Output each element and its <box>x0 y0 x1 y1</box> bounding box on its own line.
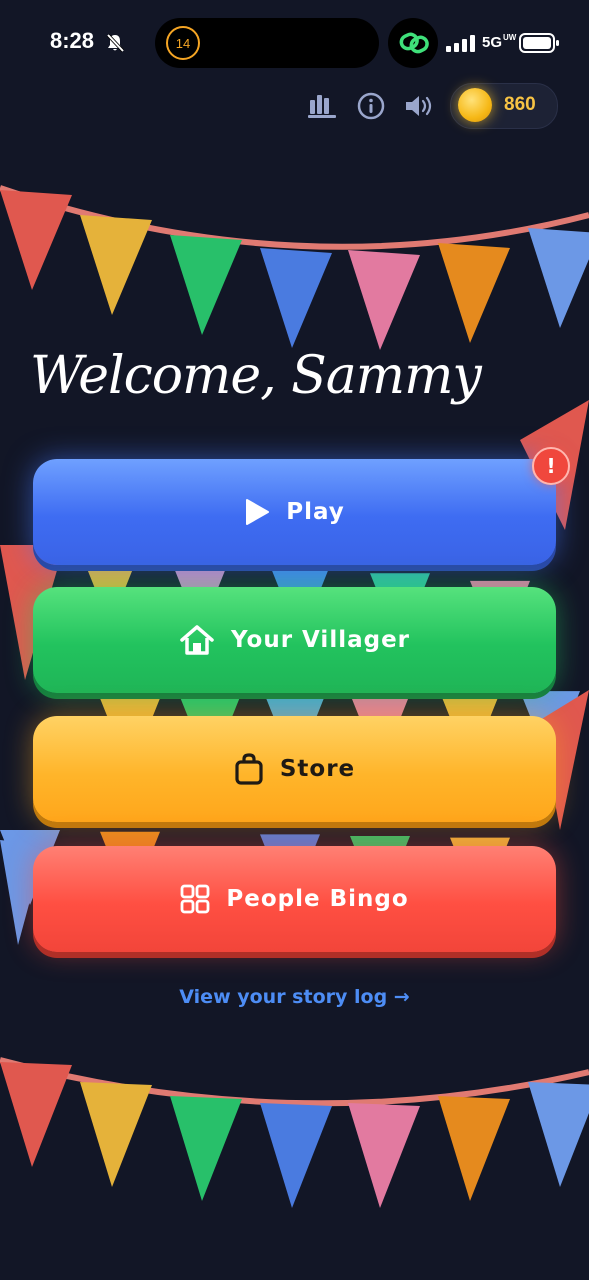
shopping-bag-icon <box>234 753 264 785</box>
your-villager-button[interactable]: Your Villager <box>33 587 556 693</box>
network-type: 5GUW <box>482 33 517 52</box>
alert-badge: ! <box>532 447 570 485</box>
bunting-flag <box>170 235 242 335</box>
play-icon <box>244 498 270 526</box>
bunting-flag <box>260 1103 332 1208</box>
people-bingo-button[interactable]: People Bingo <box>33 846 556 952</box>
your-villager-label: Your Villager <box>230 627 411 653</box>
bell-muted-icon <box>106 33 124 53</box>
status-time: 8:28 <box>50 28 95 53</box>
coin-count: 860 <box>504 94 536 115</box>
coin-icon <box>458 88 492 122</box>
bunting-flag <box>260 248 332 348</box>
welcome-heading: Welcome, Sammy <box>30 346 482 406</box>
speaker-icon[interactable] <box>404 93 434 119</box>
people-bingo-label: People Bingo <box>226 886 409 912</box>
battery-icon <box>519 33 559 53</box>
bunting-flag <box>438 243 510 343</box>
bunting-flag <box>348 1103 420 1208</box>
info-icon[interactable] <box>357 92 385 120</box>
leaderboard-icon[interactable] <box>308 92 336 118</box>
bunting-flag <box>348 250 420 350</box>
grid-icon <box>180 884 210 914</box>
story-log-link[interactable]: View your story log → <box>0 986 589 1008</box>
bunting-flag <box>80 215 152 315</box>
store-button[interactable]: Store <box>33 716 556 822</box>
timer-indicator: 14 <box>166 26 200 60</box>
bunting-flag <box>438 1096 510 1201</box>
bunting-flag <box>0 190 72 290</box>
bunting-flag <box>528 228 589 328</box>
signal-icon <box>446 35 475 52</box>
store-label: Store <box>279 756 356 782</box>
bunting-flag <box>170 1096 242 1201</box>
house-icon <box>179 624 215 656</box>
play-label: Play <box>286 499 345 525</box>
play-button[interactable]: Play <box>33 459 556 565</box>
bunting-flag <box>0 1062 72 1167</box>
bunting-flag <box>80 1082 152 1187</box>
bunting-flag <box>528 1082 589 1187</box>
link-icon <box>399 32 429 54</box>
